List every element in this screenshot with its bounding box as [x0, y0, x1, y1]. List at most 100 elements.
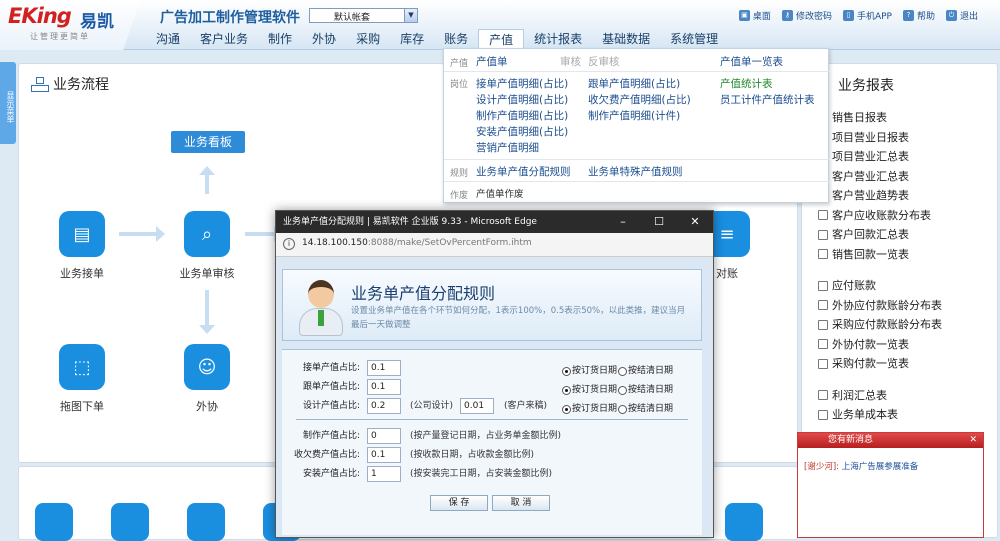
- logo: EKing: [8, 4, 72, 28]
- intake-radio-settle[interactable]: 按结清日期: [618, 363, 673, 379]
- desktop-link[interactable]: ▣ 桌面: [738, 9, 771, 22]
- close-icon[interactable]: ✕: [677, 211, 713, 233]
- nav-communication[interactable]: 沟通: [146, 29, 190, 49]
- intake-ratio-input[interactable]: 0.1: [367, 360, 401, 376]
- report-item[interactable]: 客户营业趋势表: [818, 186, 993, 206]
- report-item[interactable]: 外协应付款账龄分布表: [818, 296, 993, 316]
- menu-post-item[interactable]: 营销产值明细: [476, 140, 539, 155]
- nav-accounts[interactable]: 账务: [434, 29, 478, 49]
- nav-output-value[interactable]: 产值: [478, 29, 525, 49]
- menu-post-item[interactable]: 设计产值明细(占比): [476, 92, 568, 107]
- show-menu-tab[interactable]: 显示菜单: [0, 62, 16, 144]
- change-password-link[interactable]: ⚷ 修改密码: [781, 9, 832, 22]
- report-item[interactable]: 采购应付款账龄分布表: [818, 315, 993, 335]
- node-order-intake[interactable]: ▤ 业务接单: [42, 211, 122, 281]
- form-row-design: 设计产值占比: 0.2 (公司设计) 0.01 (客户来稿) 按订货日期 按结清…: [282, 398, 702, 414]
- url-text[interactable]: 14.18.100.150:8088/make/SetOvPercentForm…: [302, 238, 532, 248]
- design-radio-settle[interactable]: 按结清日期: [618, 401, 673, 417]
- close-icon[interactable]: ✕: [969, 433, 977, 448]
- followup-radio-settle[interactable]: 按结清日期: [618, 382, 673, 398]
- menu-void-slip[interactable]: 产值单作废: [476, 186, 524, 200]
- arrow-right-2: [245, 226, 283, 242]
- nav-system[interactable]: 系统管理: [660, 29, 728, 49]
- report-item-label: 业务单成本表: [832, 408, 898, 421]
- menu-audit[interactable]: 审核: [560, 54, 581, 69]
- radio-indicator: [618, 385, 627, 395]
- menu-divider: [444, 159, 830, 160]
- menu-post-item[interactable]: 跟单产值明细(占比): [588, 76, 680, 91]
- menu-output-list[interactable]: 产值单一览表: [720, 54, 783, 69]
- url-host: 14.18.100.150: [302, 238, 368, 248]
- report-item[interactable]: 外协付款一览表: [818, 335, 993, 355]
- chevron-down-icon[interactable]: ▼: [404, 9, 417, 22]
- node-drag-order[interactable]: ⬚ 拖图下单: [42, 344, 122, 414]
- design-ratio-input[interactable]: 0.2: [367, 398, 401, 414]
- upload-icon[interactable]: [187, 503, 225, 541]
- menu-allocation-rules[interactable]: 业务单产值分配规则: [476, 164, 571, 179]
- menu-post-item[interactable]: 制作产值明细(计件): [588, 108, 680, 123]
- node-order-review[interactable]: ⌕ 业务单审核: [167, 211, 247, 281]
- node-outsourcing[interactable]: ☺ 外协: [167, 344, 247, 414]
- mobile-app-link[interactable]: ▯ 手机APP: [842, 9, 892, 22]
- report-item[interactable]: 客户应收账款分布表: [818, 206, 993, 226]
- node-order-intake-label: 业务接单: [60, 267, 104, 280]
- report-icon: [818, 229, 828, 240]
- report-item[interactable]: 利润汇总表: [818, 386, 993, 406]
- menu-post-item[interactable]: 安装产值明细(占比): [476, 124, 568, 139]
- menu-output-stats[interactable]: 产值统计表: [720, 76, 773, 91]
- report-item-label: 采购应付款账龄分布表: [832, 318, 942, 331]
- menu-output-slip[interactable]: 产值单: [476, 54, 508, 69]
- followup-radio-order[interactable]: 按订货日期: [562, 382, 617, 398]
- menu-post-item[interactable]: 接单产值明细(占比): [476, 76, 568, 91]
- inbox-icon[interactable]: [111, 503, 149, 541]
- cart-icon[interactable]: [35, 503, 73, 541]
- nav-basic-data[interactable]: 基础数据: [592, 29, 660, 49]
- nav-production[interactable]: 制作: [258, 29, 302, 49]
- help-link[interactable]: ? 帮助: [902, 9, 935, 22]
- nav-inventory[interactable]: 库存: [390, 29, 434, 49]
- design-client-ratio-input[interactable]: 0.01: [460, 398, 494, 414]
- intake-radio-order[interactable]: 按订货日期: [562, 363, 617, 379]
- logout-link[interactable]: ⏻ 退出: [945, 9, 978, 22]
- menu-post-item[interactable]: 收欠费产值明细(占比): [588, 92, 691, 107]
- followup-ratio-input[interactable]: 0.1: [367, 379, 401, 395]
- cancel-button[interactable]: 取 消: [492, 495, 550, 511]
- form-row-followup: 跟单产值占比: 0.1 按订货日期 按结清日期: [282, 379, 702, 395]
- toast-message[interactable]: 上海广告展参展准备: [842, 462, 919, 472]
- account-select[interactable]: 默认帐套 ▼: [309, 8, 418, 23]
- nav-outsourcing[interactable]: 外协: [302, 29, 346, 49]
- nav-statistics[interactable]: 统计报表: [524, 29, 592, 49]
- report-item[interactable]: 应付账款: [818, 276, 993, 296]
- menu-special-rules[interactable]: 业务单特殊产值规则: [588, 164, 683, 179]
- info-icon[interactable]: i: [283, 238, 295, 250]
- report-item[interactable]: 项目营业日报表: [818, 128, 993, 148]
- report-item[interactable]: 销售日报表: [818, 108, 993, 128]
- installation-ratio-input[interactable]: 1: [367, 466, 401, 482]
- report-item[interactable]: 项目营业汇总表: [818, 147, 993, 167]
- radio-indicator: [562, 404, 571, 414]
- business-board-button[interactable]: 业务看板: [171, 131, 245, 153]
- menu-post-item[interactable]: 制作产值明细(占比): [476, 108, 568, 123]
- save-button[interactable]: 保 存: [430, 495, 488, 511]
- collection-ratio-input[interactable]: 0.1: [367, 447, 401, 463]
- menu-category-output: 产值: [450, 59, 469, 69]
- production-note: (按产量登记日期，占业务单金额比例): [410, 431, 562, 441]
- dialog-header-box: 业务单产值分配规则 设置业务单产值在各个环节如何分配，1表示100%，0.5表示…: [282, 269, 702, 341]
- report-item[interactable]: 客户回款汇总表: [818, 225, 993, 245]
- menu-piece-stats[interactable]: 员工计件产值统计表: [720, 92, 815, 107]
- avatar: [297, 278, 345, 336]
- clipboard-icon[interactable]: [725, 503, 763, 541]
- report-item[interactable]: 客户营业汇总表: [818, 167, 993, 187]
- report-item[interactable]: 销售回款一览表: [818, 245, 993, 265]
- radio-label: 按订货日期: [572, 404, 618, 414]
- nav-customer-business[interactable]: 客户业务: [190, 29, 258, 49]
- nav-purchasing[interactable]: 采购: [346, 29, 390, 49]
- minimize-icon[interactable]: –: [605, 211, 641, 233]
- menu-unaudit[interactable]: 反审核: [588, 54, 620, 69]
- maximize-icon[interactable]: ☐: [641, 211, 677, 233]
- form-row-intake: 接单产值占比: 0.1 按订货日期 按结清日期: [282, 360, 702, 376]
- report-item[interactable]: 采购付款一览表: [818, 354, 993, 374]
- design-radio-order[interactable]: 按订货日期: [562, 401, 617, 417]
- production-ratio-input[interactable]: 0: [367, 428, 401, 444]
- report-item[interactable]: 业务单成本表: [818, 405, 993, 425]
